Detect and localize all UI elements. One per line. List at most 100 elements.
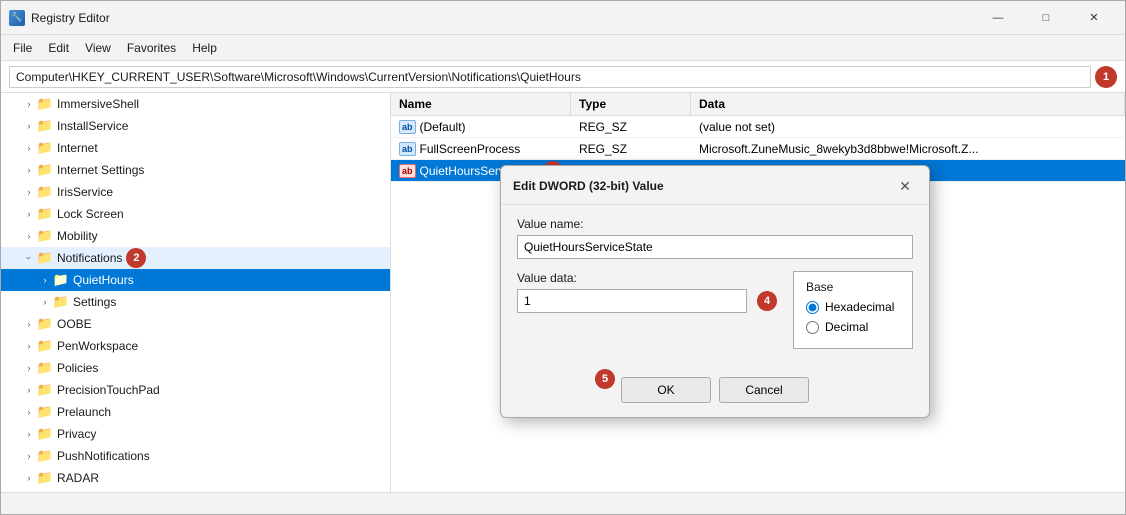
tree-panel: › ImmersiveShell › InstallService › Inte… bbox=[1, 93, 391, 492]
folder-icon bbox=[37, 404, 53, 420]
folder-icon bbox=[53, 272, 69, 288]
tree-item-immersiveshell[interactable]: › ImmersiveShell bbox=[1, 93, 390, 115]
radio-dec-label[interactable]: Decimal bbox=[806, 320, 900, 334]
tree-item-prelaunch[interactable]: › Prelaunch bbox=[1, 401, 390, 423]
tree-item-irisservice[interactable]: › IrisService bbox=[1, 181, 390, 203]
table-row[interactable]: ab (Default) REG_SZ (value not set) bbox=[391, 116, 1125, 138]
expand-icon: › bbox=[21, 338, 37, 354]
tree-item-penworkspace[interactable]: › PenWorkspace bbox=[1, 335, 390, 357]
expand-icon: › bbox=[21, 140, 37, 156]
radio-hex-label[interactable]: Hexadecimal bbox=[806, 300, 900, 314]
tree-label: IrisService bbox=[57, 185, 113, 199]
expand-icon: › bbox=[21, 184, 37, 200]
radio-hex[interactable] bbox=[806, 301, 819, 314]
expand-icon: › bbox=[21, 228, 37, 244]
annotation-1-badge: 1 bbox=[1095, 66, 1117, 88]
tree-item-notifications[interactable]: › Notifications 2 bbox=[1, 247, 390, 269]
folder-icon bbox=[37, 448, 53, 464]
menu-bar: File Edit View Favorites Help bbox=[1, 35, 1125, 61]
minimize-button[interactable]: — bbox=[975, 3, 1021, 33]
expand-icon: › bbox=[21, 404, 37, 420]
dialog-footer: 5 OK Cancel bbox=[501, 377, 929, 417]
dialog-value-row: Value data: 4 Base Hexadecimal Decimal bbox=[517, 271, 913, 349]
expand-icon: › bbox=[21, 382, 37, 398]
menu-view[interactable]: View bbox=[77, 37, 119, 59]
expand-icon: › bbox=[21, 470, 37, 486]
window-title: Registry Editor bbox=[31, 11, 975, 25]
tree-label: PrecisionTouchPad bbox=[57, 383, 160, 397]
app-icon: 🔧 bbox=[9, 10, 25, 26]
reg-data: (value not set) bbox=[691, 118, 1125, 136]
ok-button[interactable]: OK bbox=[621, 377, 711, 403]
tree-item-quiet-hours[interactable]: › QuietHours bbox=[1, 269, 390, 291]
folder-icon bbox=[53, 294, 69, 310]
base-label: Base bbox=[806, 280, 900, 294]
address-bar: 1 bbox=[1, 61, 1125, 93]
maximize-button[interactable]: □ bbox=[1023, 3, 1069, 33]
value-data-label: Value data: bbox=[517, 271, 777, 285]
folder-icon bbox=[37, 360, 53, 376]
reg-name: (Default) bbox=[420, 120, 466, 134]
value-data-input[interactable] bbox=[517, 289, 747, 313]
ab-dword-icon: ab bbox=[399, 164, 416, 178]
tree-item-settings[interactable]: › Settings bbox=[1, 291, 390, 313]
col-header-name: Name bbox=[391, 93, 571, 115]
tree-label: Prelaunch bbox=[57, 405, 111, 419]
table-row[interactable]: ab FullScreenProcess REG_SZ Microsoft.Zu… bbox=[391, 138, 1125, 160]
expand-icon: › bbox=[37, 272, 53, 288]
dialog-title: Edit DWORD (32-bit) Value bbox=[513, 179, 664, 193]
tree-item-precisiontouchpad[interactable]: › PrecisionTouchPad bbox=[1, 379, 390, 401]
tree-item-pushnotifications[interactable]: › PushNotifications bbox=[1, 445, 390, 467]
reg-type: REG_SZ bbox=[571, 140, 691, 158]
reg-name: FullScreenProcess bbox=[420, 142, 521, 156]
tree-item-lock-screen[interactable]: › Lock Screen bbox=[1, 203, 390, 225]
value-data-area: Value data: 4 bbox=[517, 271, 777, 313]
expand-icon: › bbox=[21, 118, 37, 134]
expand-icon: › bbox=[21, 448, 37, 464]
folder-icon bbox=[37, 206, 53, 222]
tree-item-internet[interactable]: › Internet bbox=[1, 137, 390, 159]
folder-icon bbox=[37, 250, 53, 266]
close-button[interactable]: ✕ bbox=[1071, 3, 1117, 33]
dialog-body: Value name: Value data: 4 Base Hexadecim… bbox=[501, 205, 929, 377]
tree-label: ImmersiveShell bbox=[57, 97, 139, 111]
address-input[interactable] bbox=[9, 66, 1091, 88]
expand-icon: › bbox=[21, 96, 37, 112]
value-data-input-wrap: 4 bbox=[517, 289, 777, 313]
tree-item-privacy[interactable]: › Privacy bbox=[1, 423, 390, 445]
folder-icon bbox=[37, 316, 53, 332]
expand-icon: › bbox=[21, 162, 37, 178]
folder-icon bbox=[37, 470, 53, 486]
status-bar bbox=[1, 492, 1125, 514]
reg-type: REG_SZ bbox=[571, 118, 691, 136]
folder-icon bbox=[37, 184, 53, 200]
radio-dec-text: Decimal bbox=[825, 320, 868, 334]
menu-edit[interactable]: Edit bbox=[40, 37, 77, 59]
value-name-label: Value name: bbox=[517, 217, 913, 231]
tree-label: Lock Screen bbox=[57, 207, 124, 221]
tree-item-policies[interactable]: › Policies bbox=[1, 357, 390, 379]
dialog-close-button[interactable]: ✕ bbox=[893, 174, 917, 198]
edit-dword-dialog: Edit DWORD (32-bit) Value ✕ Value name: … bbox=[500, 165, 930, 418]
title-bar: 🔧 Registry Editor — □ ✕ bbox=[1, 1, 1125, 35]
menu-file[interactable]: File bbox=[5, 37, 40, 59]
value-name-input[interactable] bbox=[517, 235, 913, 259]
expand-icon: › bbox=[37, 294, 53, 310]
tree-label: Privacy bbox=[57, 427, 96, 441]
tree-item-radar[interactable]: › RADAR bbox=[1, 467, 390, 489]
tree-item-internet-settings[interactable]: › Internet Settings bbox=[1, 159, 390, 181]
tree-item-installservice[interactable]: › InstallService bbox=[1, 115, 390, 137]
col-header-data: Data bbox=[691, 93, 1125, 115]
tree-item-oobe[interactable]: › OOBE bbox=[1, 313, 390, 335]
annotation-4-badge: 4 bbox=[757, 291, 777, 311]
menu-help[interactable]: Help bbox=[184, 37, 225, 59]
expand-icon: › bbox=[21, 250, 37, 266]
tree-item-mobility[interactable]: › Mobility bbox=[1, 225, 390, 247]
folder-icon bbox=[37, 118, 53, 134]
folder-icon bbox=[37, 140, 53, 156]
expand-icon: › bbox=[21, 206, 37, 222]
reg-data: Microsoft.ZuneMusic_8wekyb3d8bbwe!Micros… bbox=[691, 140, 1125, 158]
menu-favorites[interactable]: Favorites bbox=[119, 37, 184, 59]
radio-dec[interactable] bbox=[806, 321, 819, 334]
cancel-button[interactable]: Cancel bbox=[719, 377, 809, 403]
